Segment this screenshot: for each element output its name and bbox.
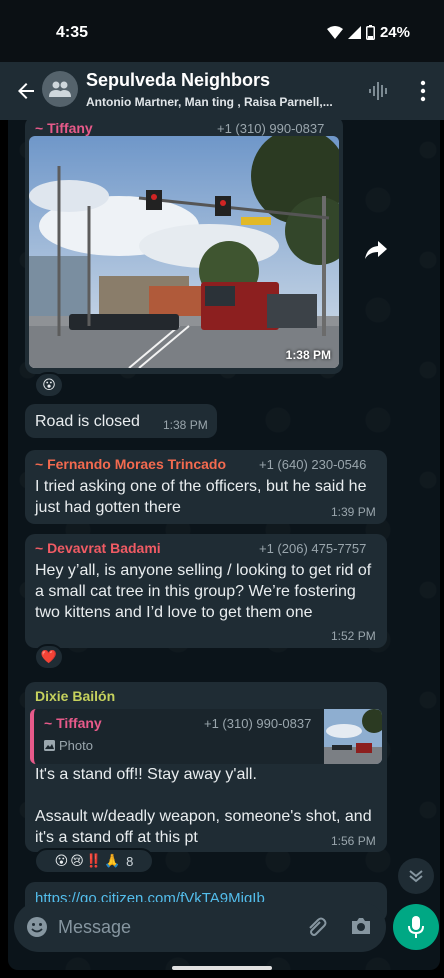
message-time: 1:39 PM xyxy=(331,505,376,519)
photo-label-text: Photo xyxy=(59,738,93,753)
group-icon xyxy=(49,81,71,97)
reaction-emoji: 😮 xyxy=(54,853,69,868)
camera-icon[interactable] xyxy=(350,916,372,936)
mic-icon xyxy=(408,916,424,938)
cellular-icon xyxy=(347,26,361,39)
text-message[interactable]: ~ Devavrat Badami +1 (206) 475-7757 Hey … xyxy=(25,534,387,648)
chat-header: Sepulveda Neighbors Antonio Martner, Man… xyxy=(0,62,444,120)
message-time: 1:38 PM xyxy=(163,418,208,432)
text-message[interactable]: Road is closed 1:38 PM xyxy=(25,404,217,438)
reaction-count: 8 xyxy=(126,853,134,869)
back-arrow-icon[interactable] xyxy=(14,79,38,103)
message-time: 1:56 PM xyxy=(331,834,376,848)
attach-icon[interactable] xyxy=(304,915,328,939)
battery-icon xyxy=(365,25,375,40)
reaction-emoji: 😢 xyxy=(70,853,84,868)
reaction-badge[interactable]: ❤️ xyxy=(34,644,64,670)
compose-bar xyxy=(14,902,386,952)
sender-name[interactable]: ~ Fernando Moraes Trincado xyxy=(35,456,226,472)
quoted-thumbnail xyxy=(324,709,382,764)
reaction-emoji: 🙏 xyxy=(103,853,121,868)
group-title[interactable]: Sepulveda Neighbors xyxy=(86,70,270,91)
more-options-icon[interactable] xyxy=(418,79,428,103)
reaction-badge[interactable]: 😮 😢 ‼️ 🙏 8 xyxy=(34,848,154,874)
photo-image xyxy=(29,136,339,368)
mic-button[interactable] xyxy=(393,904,439,950)
scroll-down-button[interactable] xyxy=(398,858,434,894)
message-list[interactable]: ~ Tiffany +1 (310) 990-0837 1:38 PM 😮 Ro… xyxy=(8,120,440,970)
status-bar: 4:35 24% xyxy=(0,0,444,62)
sender-phone: +1 (206) 475-7757 xyxy=(259,541,367,556)
wifi-icon xyxy=(326,25,343,39)
sender-name[interactable]: ~ Devavrat Badami xyxy=(35,540,161,556)
message-text: I tried asking one of the officers, but … xyxy=(35,478,367,516)
message-text: Hey y’all, is anyone selling / looking t… xyxy=(35,562,372,621)
street-photo[interactable]: 1:38 PM xyxy=(29,136,339,368)
share-button[interactable] xyxy=(358,232,394,268)
photo-icon xyxy=(44,740,55,751)
reaction-emoji: ‼️ xyxy=(85,853,102,868)
sender-name[interactable]: Dixie Bailón xyxy=(35,688,115,704)
message-time: 1:52 PM xyxy=(331,629,376,643)
emoji-icon[interactable] xyxy=(26,916,48,938)
text-message[interactable]: ~ Fernando Moraes Trincado +1 (640) 230-… xyxy=(25,450,387,524)
reaction-emoji: ❤️ xyxy=(40,649,58,664)
double-chevron-down-icon xyxy=(409,870,423,883)
message-text: Road is closed xyxy=(35,413,140,430)
quoted-phone: +1 (310) 990-0837 xyxy=(204,716,312,731)
quoted-sender: ~ Tiffany xyxy=(44,715,102,731)
message-input[interactable] xyxy=(58,914,288,940)
voice-chat-icon[interactable] xyxy=(368,81,390,101)
home-indicator[interactable] xyxy=(172,966,272,970)
sender-phone: +1 (640) 230-0546 xyxy=(259,457,367,472)
reply-message[interactable]: Dixie Bailón ~ Tiffany +1 (310) 990-0837… xyxy=(25,682,387,852)
sender-name[interactable]: ~ Tiffany xyxy=(35,120,93,136)
photo-label: Photo xyxy=(44,738,93,753)
status-time: 4:35 xyxy=(56,24,89,41)
reaction-emoji: 😮 xyxy=(42,377,56,392)
quoted-message[interactable]: ~ Tiffany +1 (310) 990-0837 Photo xyxy=(30,709,382,764)
photo-message[interactable]: ~ Tiffany +1 (310) 990-0837 1:38 PM xyxy=(25,120,343,374)
reaction-badge[interactable]: 😮 xyxy=(34,372,64,398)
battery-level: 24% xyxy=(379,24,410,41)
message-text: Assault w/deadly weapon, someone's shot,… xyxy=(35,808,372,846)
message-text: It's a stand off!! Stay away y'all. xyxy=(35,766,257,783)
thumbnail-image xyxy=(324,709,382,764)
group-avatar[interactable] xyxy=(42,71,78,107)
share-icon xyxy=(365,241,387,259)
status-icons: 24% xyxy=(326,24,410,41)
group-members[interactable]: Antonio Martner, Man ting , Raisa Parnel… xyxy=(86,95,356,109)
sender-phone: +1 (310) 990-0837 xyxy=(217,121,325,136)
message-time: 1:38 PM xyxy=(285,348,331,362)
